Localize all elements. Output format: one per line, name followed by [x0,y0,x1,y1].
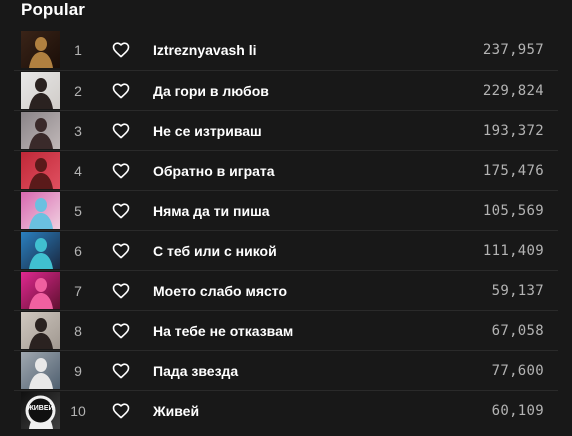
heart-icon[interactable] [112,41,130,58]
track-row[interactable]: 6 С теб или с никой 111,409 [14,230,558,270]
album-cover-text: ЖИВЕЙ [27,405,54,412]
track-row[interactable]: 8 На тебе не отказвам 67,058 [14,310,558,350]
album-cover [21,272,60,309]
heart-icon[interactable] [112,122,130,139]
track-number: 2 [74,83,82,99]
track-number: 1 [74,42,82,58]
album-cover [21,312,60,349]
track-row[interactable]: 5 Няма да ти пиша 105,569 [14,190,558,230]
track-number: 8 [74,323,82,339]
track-row[interactable]: 2 Да гори в любов 229,824 [14,70,558,110]
play-count: 77,600 [491,363,544,379]
play-count: 67,058 [491,323,544,339]
track-title[interactable]: На тебе не отказвам [153,311,293,351]
track-title[interactable]: Пада звезда [153,351,238,391]
album-cover: ЖИВЕЙ [21,392,60,429]
play-count: 60,109 [491,403,544,419]
play-count: 175,476 [482,163,544,179]
play-count: 59,137 [491,283,544,299]
track-row[interactable]: 9 Пада звезда 77,600 [14,350,558,390]
heart-icon[interactable] [112,402,130,419]
track-title[interactable]: Няма да ти пиша [153,191,270,231]
track-number: 4 [74,163,82,179]
track-title[interactable]: Обратно в играта [153,151,275,191]
track-list: 1 Iztreznyavash li 237,957 2 Да гори в любов… [14,30,558,430]
heart-icon[interactable] [112,242,130,259]
track-title[interactable]: Iztreznyavash li [153,30,257,70]
track-title[interactable]: Живей [153,391,199,431]
heart-icon[interactable] [112,322,130,339]
track-row[interactable]: 7 Моето слабо място 59,137 [14,270,558,310]
track-number: 6 [74,243,82,259]
track-title[interactable]: Не се изтриваш [153,111,262,151]
play-count: 105,569 [482,203,544,219]
heart-icon[interactable] [112,282,130,299]
heart-icon[interactable] [112,362,130,379]
album-cover [21,352,60,389]
album-cover [21,152,60,189]
heart-icon[interactable] [112,162,130,179]
track-title[interactable]: Да гори в любов [153,71,269,111]
track-row[interactable]: 4 Обратно в играта 175,476 [14,150,558,190]
album-cover [21,31,60,68]
play-count: 193,372 [482,123,544,139]
album-cover [21,192,60,229]
track-title[interactable]: Моето слабо място [153,271,287,311]
heart-icon[interactable] [112,82,130,99]
track-number: 7 [74,283,82,299]
popular-tracks-page: Popular 1 Iztreznyavash li 237,957 2 Да гори… [0,0,572,436]
track-number: 5 [74,203,82,219]
track-row[interactable]: 1 Iztreznyavash li 237,957 [14,30,558,70]
play-count: 229,824 [482,83,544,99]
play-count: 111,409 [482,243,544,259]
track-number: 3 [74,123,82,139]
track-row[interactable]: ЖИВЕЙ 10 Живей 60,109 [14,390,558,430]
track-number: 9 [74,363,82,379]
track-number: 10 [70,403,86,419]
album-cover [21,72,60,109]
album-cover [21,112,60,149]
heart-icon[interactable] [112,202,130,219]
section-title: Popular [21,0,85,19]
track-title[interactable]: С теб или с никой [153,231,277,271]
album-cover [21,232,60,269]
play-count: 237,957 [482,42,544,58]
track-row[interactable]: 3 Не се изтриваш 193,372 [14,110,558,150]
